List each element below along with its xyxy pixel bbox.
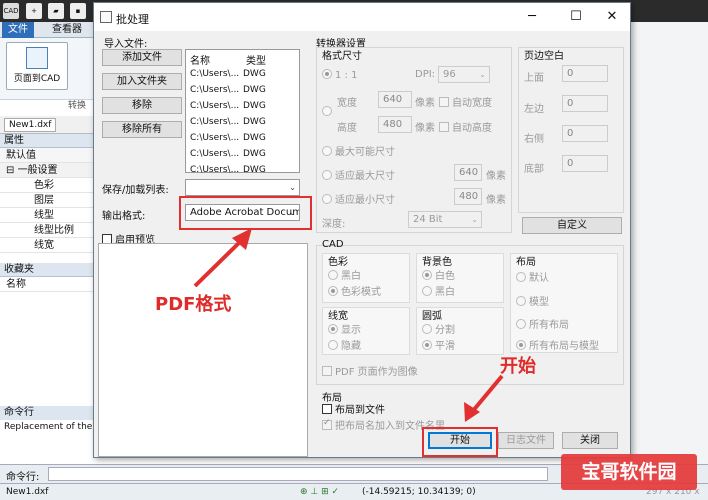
start-annotation: 开始 bbox=[500, 356, 536, 377]
annotation-arrows bbox=[193, 228, 504, 422]
watermark-logo: 宝哥软件园 bbox=[561, 454, 697, 490]
pdf-format-annotation: PDF格式 bbox=[155, 294, 232, 315]
start-arrow-line bbox=[470, 374, 504, 414]
pdf-arrow-line bbox=[193, 234, 248, 288]
